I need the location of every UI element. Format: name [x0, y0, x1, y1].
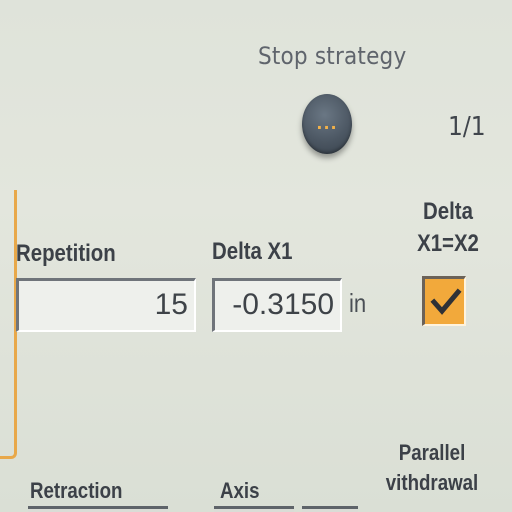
delta-equal-label-line2: X1=X2	[417, 230, 479, 257]
repetition-input[interactable]: 15	[16, 278, 196, 332]
axis-label: Axis	[220, 478, 260, 503]
axis-field-secondary[interactable]	[302, 506, 358, 512]
stop-strategy-more-button[interactable]: ...	[302, 94, 352, 154]
delta-x1-input[interactable]: -0.3150	[212, 278, 342, 332]
panel-frame	[0, 190, 17, 459]
parallel-withdrawal-label: Parallel vithdrawal	[381, 438, 483, 498]
retraction-label: Retraction	[30, 478, 123, 503]
axis-field[interactable]	[214, 506, 294, 512]
repetition-label: Repetition	[16, 240, 116, 267]
page-indicator: 1/1	[448, 112, 486, 142]
checkmark-icon	[430, 288, 462, 315]
parallel-withdrawal-line2: vithdrawal	[385, 470, 479, 495]
more-options-icon: ...	[316, 114, 338, 133]
delta-x1-unit: in	[349, 288, 367, 318]
parallel-withdrawal-line1: Parallel	[398, 440, 466, 465]
delta-equal-checkbox[interactable]	[422, 276, 466, 326]
delta-equal-label: Delta X1=X2	[414, 196, 482, 260]
delta-equal-label-line1: Delta	[423, 198, 473, 225]
retraction-field[interactable]	[28, 506, 168, 512]
delta-x1-label: Delta X1	[212, 238, 293, 265]
stop-strategy-label: Stop strategy	[258, 42, 407, 70]
